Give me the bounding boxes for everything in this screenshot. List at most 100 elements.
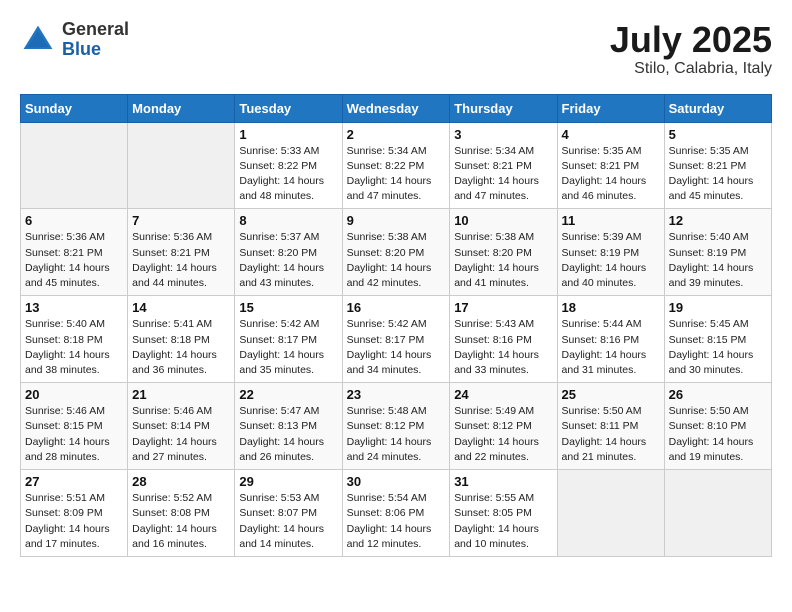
calendar-week-row: 20 Sunrise: 5:46 AMSunset: 8:15 PMDayligh…: [21, 383, 772, 470]
calendar-week-row: 27 Sunrise: 5:51 AMSunset: 8:09 PMDayligh…: [21, 470, 772, 557]
day-of-week-header: Saturday: [664, 94, 771, 122]
day-of-week-header: Thursday: [450, 94, 557, 122]
day-number: 26: [669, 387, 767, 402]
day-details: Sunrise: 5:36 AMSunset: 8:21 PMDaylight:…: [25, 230, 123, 291]
calendar-cell: 1Sunrise: 5:33 AMSunset: 8:22 PMDaylight…: [235, 122, 342, 209]
calendar-cell: 10 Sunrise: 5:38 AMSunset: 8:20 PMDayligh…: [450, 209, 557, 296]
day-details: Sunrise: 5:42 AMSunset: 8:17 PMDaylight:…: [347, 317, 446, 378]
day-number: 2: [347, 127, 446, 142]
day-number: 13: [25, 300, 123, 315]
day-details: Sunrise: 5:46 AMSunset: 8:14 PMDaylight:…: [132, 404, 230, 465]
calendar-cell: [21, 122, 128, 209]
day-number: 10: [454, 213, 552, 228]
title-block: July 2025 Stilo, Calabria, Italy: [610, 20, 772, 78]
calendar-cell: 26 Sunrise: 5:50 AMSunset: 8:10 PMDayligh…: [664, 383, 771, 470]
calendar-cell: 4Sunrise: 5:35 AMSunset: 8:21 PMDaylight…: [557, 122, 664, 209]
day-details: Sunrise: 5:35 AMSunset: 8:21 PMDaylight:…: [669, 144, 767, 205]
logo-icon: [20, 22, 56, 58]
day-number: 17: [454, 300, 552, 315]
calendar-cell: [557, 470, 664, 557]
location-subtitle: Stilo, Calabria, Italy: [610, 60, 772, 78]
day-details: Sunrise: 5:55 AMSunset: 8:05 PMDaylight:…: [454, 491, 552, 552]
day-of-week-header: Sunday: [21, 94, 128, 122]
calendar-cell: 18 Sunrise: 5:44 AMSunset: 8:16 PMDayligh…: [557, 296, 664, 383]
day-details: Sunrise: 5:44 AMSunset: 8:16 PMDaylight:…: [562, 317, 660, 378]
calendar-cell: 5 Sunrise: 5:35 AMSunset: 8:21 PMDaylight…: [664, 122, 771, 209]
calendar-cell: 7Sunrise: 5:36 AMSunset: 8:21 PMDaylight…: [128, 209, 235, 296]
calendar-cell: 3 Sunrise: 5:34 AMSunset: 8:21 PMDaylight…: [450, 122, 557, 209]
day-number: 29: [239, 474, 337, 489]
day-of-week-header: Friday: [557, 94, 664, 122]
calendar-cell: 25Sunrise: 5:50 AMSunset: 8:11 PMDayligh…: [557, 383, 664, 470]
calendar-cell: 13 Sunrise: 5:40 AMSunset: 8:18 PMDayligh…: [21, 296, 128, 383]
calendar-cell: 29 Sunrise: 5:53 AMSunset: 8:07 PMDayligh…: [235, 470, 342, 557]
day-number: 20: [25, 387, 123, 402]
day-details: Sunrise: 5:42 AMSunset: 8:17 PMDaylight:…: [239, 317, 337, 378]
day-details: Sunrise: 5:47 AMSunset: 8:13 PMDaylight:…: [239, 404, 337, 465]
day-details: Sunrise: 5:37 AMSunset: 8:20 PMDaylight:…: [239, 230, 337, 291]
day-details: Sunrise: 5:41 AMSunset: 8:18 PMDaylight:…: [132, 317, 230, 378]
day-number: 15: [239, 300, 337, 315]
day-details: Sunrise: 5:40 AMSunset: 8:18 PMDaylight:…: [25, 317, 123, 378]
day-number: 9: [347, 213, 446, 228]
logo-text: General Blue: [62, 20, 129, 60]
calendar-cell: 6 Sunrise: 5:36 AMSunset: 8:21 PMDaylight…: [21, 209, 128, 296]
day-number: 11: [562, 213, 660, 228]
day-number: 3: [454, 127, 552, 142]
calendar-cell: 15 Sunrise: 5:42 AMSunset: 8:17 PMDayligh…: [235, 296, 342, 383]
day-details: Sunrise: 5:43 AMSunset: 8:16 PMDaylight:…: [454, 317, 552, 378]
day-number: 23: [347, 387, 446, 402]
calendar-cell: 31 Sunrise: 5:55 AMSunset: 8:05 PMDayligh…: [450, 470, 557, 557]
day-number: 27: [25, 474, 123, 489]
day-details: Sunrise: 5:51 AMSunset: 8:09 PMDaylight:…: [25, 491, 123, 552]
day-number: 1: [239, 127, 337, 142]
day-details: Sunrise: 5:34 AMSunset: 8:21 PMDaylight:…: [454, 144, 552, 205]
day-number: 7: [132, 213, 230, 228]
calendar-cell: 16 Sunrise: 5:42 AMSunset: 8:17 PMDayligh…: [342, 296, 450, 383]
day-number: 6: [25, 213, 123, 228]
header-row: SundayMondayTuesdayWednesdayThursdayFrid…: [21, 94, 772, 122]
calendar-cell: 22Sunrise: 5:47 AMSunset: 8:13 PMDayligh…: [235, 383, 342, 470]
day-number: 12: [669, 213, 767, 228]
day-number: 31: [454, 474, 552, 489]
calendar-week-row: 1Sunrise: 5:33 AMSunset: 8:22 PMDaylight…: [21, 122, 772, 209]
day-number: 24: [454, 387, 552, 402]
logo-general: General: [62, 20, 129, 40]
calendar-cell: [128, 122, 235, 209]
calendar-cell: 20 Sunrise: 5:46 AMSunset: 8:15 PMDayligh…: [21, 383, 128, 470]
day-of-week-header: Wednesday: [342, 94, 450, 122]
day-number: 28: [132, 474, 230, 489]
calendar-cell: 30 Sunrise: 5:54 AMSunset: 8:06 PMDayligh…: [342, 470, 450, 557]
day-of-week-header: Monday: [128, 94, 235, 122]
day-details: Sunrise: 5:35 AMSunset: 8:21 PMDaylight:…: [562, 144, 660, 205]
calendar-cell: 11 Sunrise: 5:39 AMSunset: 8:19 PMDayligh…: [557, 209, 664, 296]
day-number: 30: [347, 474, 446, 489]
calendar-table: SundayMondayTuesdayWednesdayThursdayFrid…: [20, 94, 772, 557]
calendar-cell: 14Sunrise: 5:41 AMSunset: 8:18 PMDayligh…: [128, 296, 235, 383]
calendar-cell: 12Sunrise: 5:40 AMSunset: 8:19 PMDayligh…: [664, 209, 771, 296]
day-details: Sunrise: 5:46 AMSunset: 8:15 PMDaylight:…: [25, 404, 123, 465]
day-details: Sunrise: 5:38 AMSunset: 8:20 PMDaylight:…: [454, 230, 552, 291]
calendar-cell: 28Sunrise: 5:52 AMSunset: 8:08 PMDayligh…: [128, 470, 235, 557]
calendar-cell: 23Sunrise: 5:48 AMSunset: 8:12 PMDayligh…: [342, 383, 450, 470]
calendar-cell: 27 Sunrise: 5:51 AMSunset: 8:09 PMDayligh…: [21, 470, 128, 557]
calendar-cell: 19 Sunrise: 5:45 AMSunset: 8:15 PMDayligh…: [664, 296, 771, 383]
day-details: Sunrise: 5:54 AMSunset: 8:06 PMDaylight:…: [347, 491, 446, 552]
calendar-cell: [664, 470, 771, 557]
day-number: 25: [562, 387, 660, 402]
day-number: 19: [669, 300, 767, 315]
day-number: 16: [347, 300, 446, 315]
day-of-week-header: Tuesday: [235, 94, 342, 122]
calendar-cell: 17 Sunrise: 5:43 AMSunset: 8:16 PMDayligh…: [450, 296, 557, 383]
day-details: Sunrise: 5:53 AMSunset: 8:07 PMDaylight:…: [239, 491, 337, 552]
day-number: 18: [562, 300, 660, 315]
calendar-cell: 21Sunrise: 5:46 AMSunset: 8:14 PMDayligh…: [128, 383, 235, 470]
calendar-cell: 9Sunrise: 5:38 AMSunset: 8:20 PMDaylight…: [342, 209, 450, 296]
calendar-week-row: 13 Sunrise: 5:40 AMSunset: 8:18 PMDayligh…: [21, 296, 772, 383]
day-details: Sunrise: 5:50 AMSunset: 8:10 PMDaylight:…: [669, 404, 767, 465]
calendar-cell: 2Sunrise: 5:34 AMSunset: 8:22 PMDaylight…: [342, 122, 450, 209]
day-details: Sunrise: 5:39 AMSunset: 8:19 PMDaylight:…: [562, 230, 660, 291]
day-number: 5: [669, 127, 767, 142]
calendar-week-row: 6 Sunrise: 5:36 AMSunset: 8:21 PMDaylight…: [21, 209, 772, 296]
day-details: Sunrise: 5:45 AMSunset: 8:15 PMDaylight:…: [669, 317, 767, 378]
